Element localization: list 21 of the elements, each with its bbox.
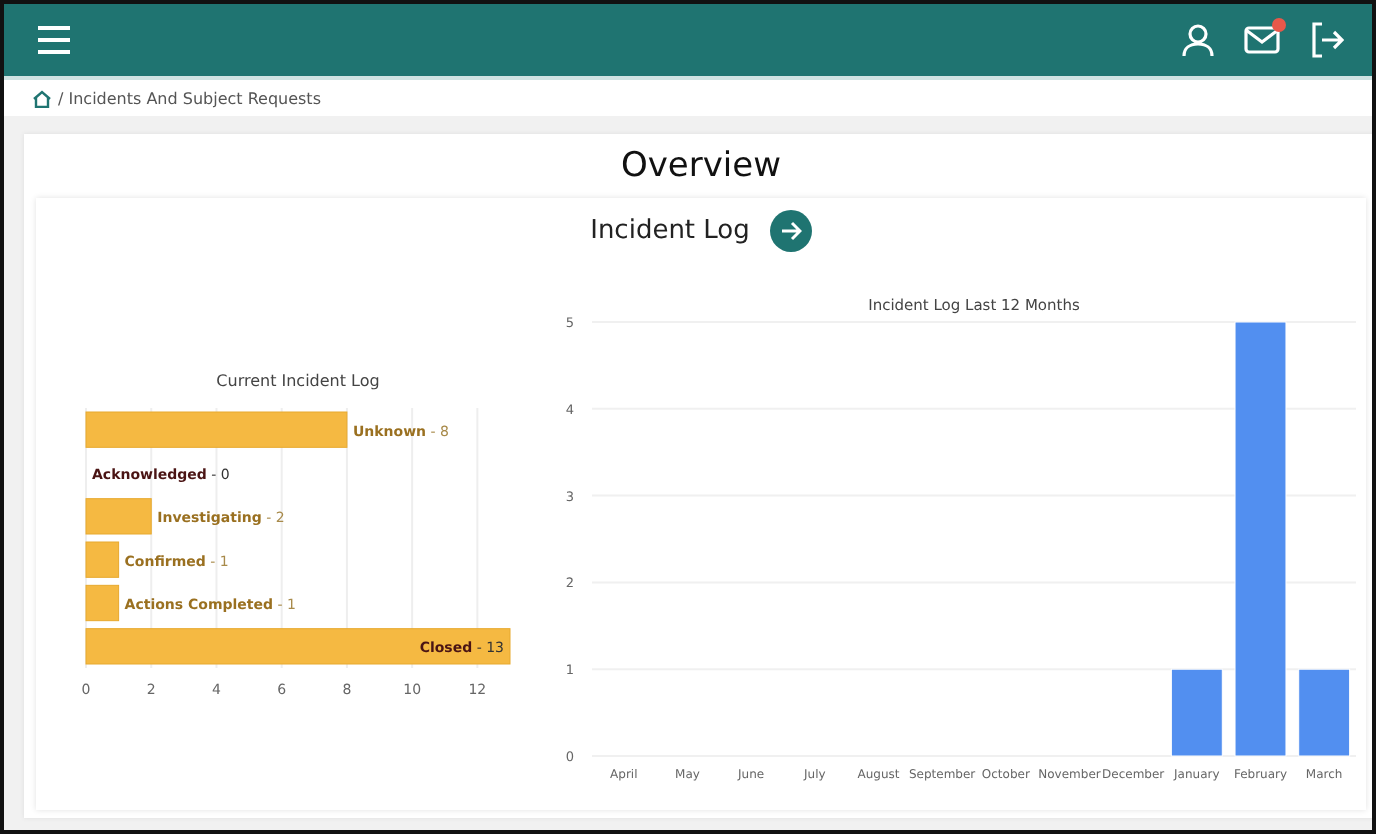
page-title: Overview	[620, 146, 782, 186]
open-button[interactable]	[769, 210, 812, 252]
mail-icon	[1244, 24, 1280, 56]
bar	[85, 540, 120, 577]
chart-title: Current Incident Log	[216, 371, 380, 389]
bar	[1298, 667, 1351, 756]
bar	[85, 583, 120, 621]
section-title: Incident Log	[590, 216, 750, 246]
menu-button[interactable]	[36, 26, 72, 54]
menu-icon	[36, 26, 72, 54]
logout-button[interactable]	[1308, 22, 1344, 58]
notification-dot	[1272, 18, 1286, 32]
person-icon	[1180, 22, 1216, 58]
logout-icon	[1308, 22, 1344, 58]
bar	[1170, 667, 1223, 756]
arrow-right-icon	[779, 220, 802, 242]
breadcrumb-text: / Incidents And Subject Requests	[58, 89, 321, 107]
profile-button[interactable]	[1180, 22, 1216, 58]
home-icon[interactable]	[32, 89, 52, 107]
mail-button[interactable]	[1244, 24, 1280, 56]
bar	[85, 497, 152, 534]
